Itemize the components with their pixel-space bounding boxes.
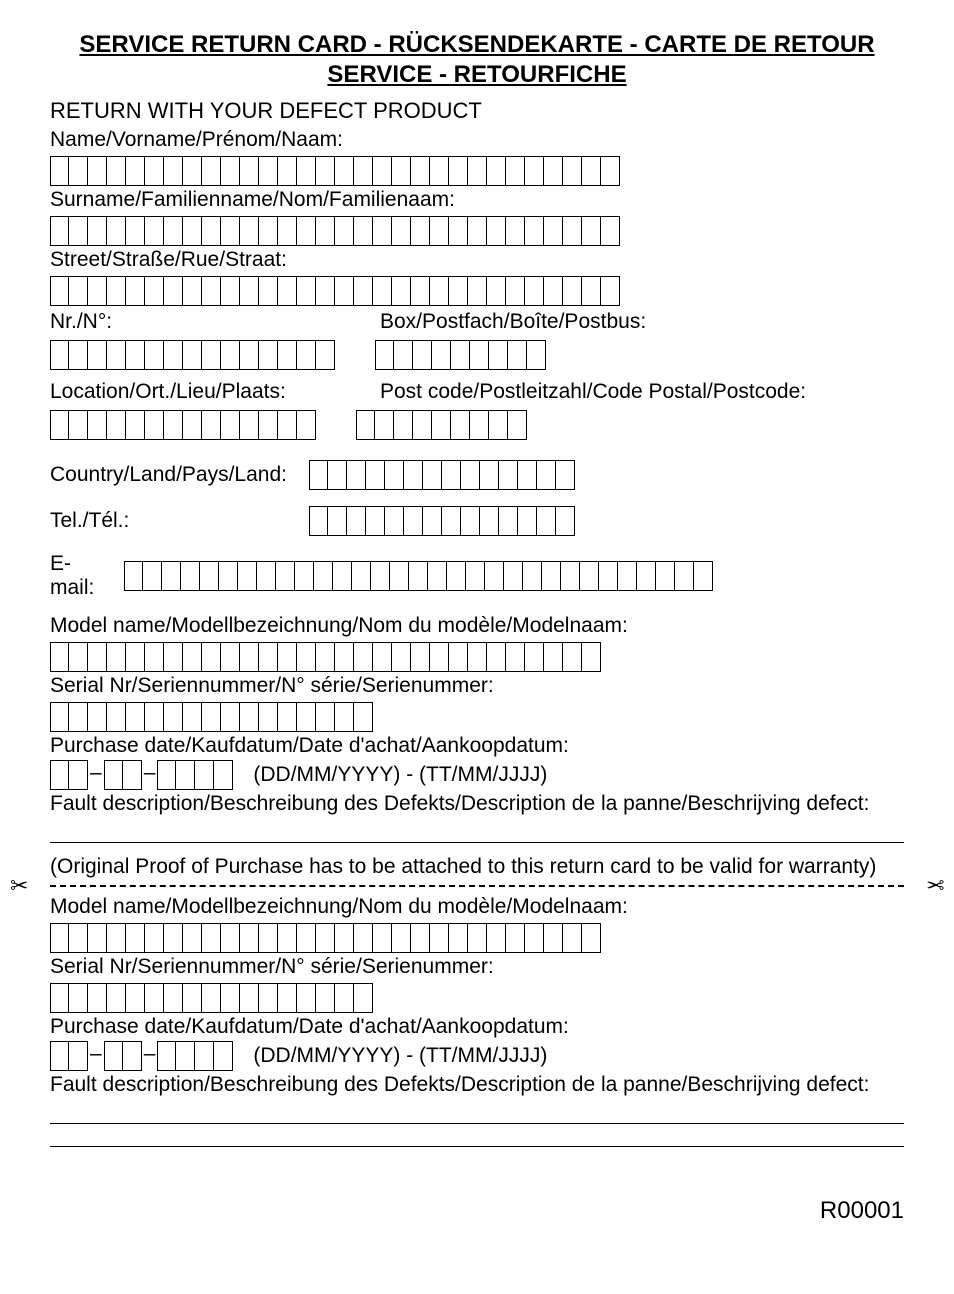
scissors-icon: ✂ bbox=[10, 873, 28, 899]
input-model[interactable] bbox=[50, 642, 904, 672]
label-street: Street/Straße/Rue/Straat: bbox=[50, 248, 904, 272]
label-surname: Surname/Familienname/Nom/Familienaam: bbox=[50, 188, 904, 212]
label-country: Country/Land/Pays/Land: bbox=[50, 463, 295, 487]
fault-line-2a[interactable] bbox=[50, 1123, 904, 1124]
scissors-icon: ✂ bbox=[926, 873, 944, 899]
label-model: Model name/Modellbezeichnung/Nom du modè… bbox=[50, 614, 904, 638]
input-serial-2[interactable] bbox=[50, 983, 904, 1013]
date-sep: – bbox=[144, 1042, 156, 1066]
fault-line-2b[interactable] bbox=[50, 1146, 904, 1147]
input-date-dd[interactable] bbox=[50, 760, 88, 790]
input-nr[interactable] bbox=[50, 340, 335, 370]
input-model-2[interactable] bbox=[50, 923, 904, 953]
label-fault: Fault description/Beschreibung des Defek… bbox=[50, 792, 904, 816]
input-date-yyyy-2[interactable] bbox=[157, 1041, 233, 1071]
label-box: Box/Postfach/Boîte/Postbus: bbox=[380, 310, 646, 334]
form-title: SERVICE RETURN CARD - RÜCKSENDEKARTE - C… bbox=[50, 30, 904, 90]
input-name[interactable] bbox=[50, 156, 904, 186]
input-location[interactable] bbox=[50, 410, 316, 440]
label-nr: Nr./N°: bbox=[50, 310, 380, 334]
cut-line: ✂ ✂ bbox=[10, 885, 944, 887]
label-location: Location/Ort./Lieu/Plaats: bbox=[50, 380, 380, 404]
input-date-mm[interactable] bbox=[104, 760, 142, 790]
input-surname[interactable] bbox=[50, 216, 904, 246]
input-country[interactable] bbox=[309, 460, 575, 490]
label-model-2: Model name/Modellbezeichnung/Nom du modè… bbox=[50, 895, 904, 919]
label-purchase-2: Purchase date/Kaufdatum/Date d'achat/Aan… bbox=[50, 1015, 904, 1039]
input-date-mm-2[interactable] bbox=[104, 1041, 142, 1071]
input-email[interactable] bbox=[124, 561, 713, 591]
label-postcode: Post code/Postleitzahl/Code Postal/Postc… bbox=[380, 380, 806, 404]
input-serial[interactable] bbox=[50, 702, 904, 732]
input-tel[interactable] bbox=[309, 506, 575, 536]
label-fault-2: Fault description/Beschreibung des Defek… bbox=[50, 1073, 904, 1097]
label-email: E-mail: bbox=[50, 552, 110, 600]
date-format-hint: (DD/MM/YYYY) - (TT/MM/JJJJ) bbox=[253, 763, 547, 787]
date-format-hint-2: (DD/MM/YYYY) - (TT/MM/JJJJ) bbox=[253, 1044, 547, 1068]
label-purchase: Purchase date/Kaufdatum/Date d'achat/Aan… bbox=[50, 734, 904, 758]
input-date-yyyy[interactable] bbox=[157, 760, 233, 790]
date-sep: – bbox=[90, 761, 102, 785]
date-sep: – bbox=[144, 761, 156, 785]
input-date-dd-2[interactable] bbox=[50, 1041, 88, 1071]
input-postcode[interactable] bbox=[356, 410, 527, 440]
date-sep: – bbox=[90, 1042, 102, 1066]
label-serial: Serial Nr/Seriennummer/N° série/Serienum… bbox=[50, 674, 904, 698]
proof-note: (Original Proof of Purchase has to be at… bbox=[50, 855, 904, 879]
label-name: Name/Vorname/Prénom/Naam: bbox=[50, 128, 904, 152]
label-tel: Tel./Tél.: bbox=[50, 509, 295, 533]
input-street[interactable] bbox=[50, 276, 904, 306]
input-box[interactable] bbox=[375, 340, 546, 370]
form-subtitle: RETURN WITH YOUR DEFECT PRODUCT bbox=[50, 98, 904, 124]
label-serial-2: Serial Nr/Seriennummer/N° série/Serienum… bbox=[50, 955, 904, 979]
footer-code: R00001 bbox=[50, 1197, 904, 1225]
fault-line[interactable] bbox=[50, 842, 904, 843]
